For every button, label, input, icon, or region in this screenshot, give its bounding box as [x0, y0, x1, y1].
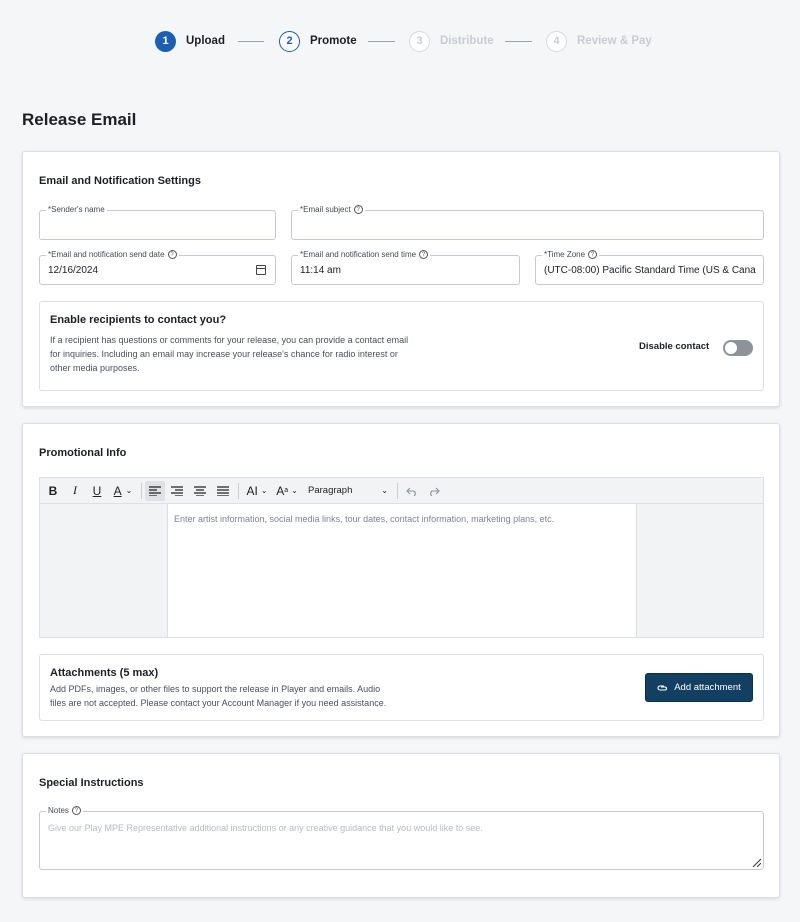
- send-date-field[interactable]: *Email and notification send date? 12/16…: [39, 250, 276, 285]
- italic-button[interactable]: I: [64, 481, 86, 501]
- attachments-description: Add PDFs, images, or other files to supp…: [50, 684, 387, 708]
- field-value: (UTC-08:00) Pacific Standard Time (US & …: [544, 265, 756, 276]
- step-connector: [368, 41, 395, 42]
- paragraph-label: Paragraph: [308, 485, 353, 496]
- step-review-pay[interactable]: 4 Review & Pay: [546, 30, 652, 52]
- notes-textarea[interactable]: Notes? Give our Play MPE Representative …: [39, 806, 764, 870]
- special-instructions-card: Special Instructions Notes? Give our Pla…: [22, 753, 780, 898]
- superscript-icon: a: [284, 487, 289, 494]
- font-style-label: A: [276, 483, 285, 498]
- toolbar-divider: [141, 482, 142, 499]
- calendar-icon[interactable]: [256, 265, 266, 275]
- contact-description: If a recipient has questions or comments…: [50, 335, 409, 373]
- align-right-icon: [171, 485, 183, 496]
- card-title: Special Instructions: [39, 777, 144, 789]
- step-number: 2: [279, 30, 300, 52]
- progress-stepper: 1 Upload 2 Promote 3 Distribute 4 Review…: [0, 30, 800, 54]
- bold-button[interactable]: B: [42, 481, 64, 501]
- toggle-label: Disable contact: [639, 341, 710, 352]
- step-connector: [238, 41, 264, 42]
- align-center-button[interactable]: [189, 481, 211, 501]
- disable-contact-toggle[interactable]: [723, 340, 753, 356]
- align-justify-button[interactable]: [211, 481, 235, 501]
- step-upload[interactable]: 1 Upload: [155, 30, 225, 52]
- underline-button[interactable]: U: [86, 481, 108, 501]
- field-label: *Email subject?: [298, 205, 365, 214]
- toggle-knob: [725, 342, 737, 354]
- chevron-down-icon: ⌄: [381, 486, 388, 495]
- step-label: Upload: [186, 35, 225, 47]
- card-title: Email and Notification Settings: [39, 175, 201, 187]
- resize-handle-icon[interactable]: [752, 858, 761, 867]
- font-color-label: A: [113, 483, 122, 498]
- step-label: Review & Pay: [577, 35, 652, 47]
- editor-left-margin: [40, 504, 167, 637]
- editor-toolbar: B I U A ⌄ AI ⌄ Aa ⌄ Paragraph ⌄: [40, 478, 763, 504]
- field-label: *Email and notification send time?: [298, 250, 431, 259]
- step-distribute[interactable]: 3 Distribute: [409, 30, 494, 52]
- field-label: *Time Zone?: [542, 250, 600, 259]
- contact-title: Enable recipients to contact you?: [50, 314, 227, 326]
- send-time-field[interactable]: *Email and notification send time? 11:14…: [291, 250, 520, 285]
- card-title: Promotional Info: [39, 447, 127, 459]
- question-circle-icon[interactable]: ?: [419, 250, 429, 259]
- email-subject-field[interactable]: *Email subject?: [291, 205, 764, 240]
- paragraph-select[interactable]: Paragraph ⌄: [302, 481, 394, 501]
- undo-icon: [406, 487, 416, 496]
- editor-placeholder: Enter artist information, social media l…: [174, 514, 555, 524]
- undo-button[interactable]: [401, 481, 423, 501]
- step-label: Distribute: [440, 35, 494, 47]
- attachments-title: Attachments (5 max): [50, 667, 159, 679]
- question-circle-icon[interactable]: ?: [167, 250, 177, 259]
- redo-button[interactable]: [423, 481, 445, 501]
- step-number: 3: [409, 30, 430, 52]
- field-value: 12/16/2024: [48, 265, 99, 276]
- field-label: *Sender's name: [46, 205, 107, 214]
- toolbar-divider: [397, 482, 398, 499]
- align-right-button[interactable]: [165, 481, 189, 501]
- align-center-icon: [194, 485, 206, 496]
- promotional-info-card: Promotional Info B I U A ⌄ AI ⌄ Aa ⌄ Paragr…: [22, 423, 780, 737]
- align-left-button[interactable]: [145, 480, 165, 501]
- attachments-box: Attachments (5 max) Add PDFs, images, or…: [39, 654, 764, 721]
- redo-icon: [430, 487, 440, 496]
- question-circle-icon[interactable]: ?: [71, 806, 81, 815]
- field-label: Notes?: [46, 806, 83, 815]
- font-color-button[interactable]: A ⌄: [108, 481, 138, 501]
- contact-settings-box: Enable recipients to contact you? If a r…: [39, 301, 764, 391]
- rich-text-editor: B I U A ⌄ AI ⌄ Aa ⌄ Paragraph ⌄ Enter ar…: [39, 477, 764, 638]
- field-value: 11:14 am: [300, 265, 341, 276]
- page-title: Release Email: [22, 110, 137, 129]
- font-style-button[interactable]: Aa ⌄: [272, 481, 302, 501]
- align-left-icon: [149, 485, 161, 496]
- field-label: *Email and notification send date?: [46, 250, 179, 259]
- step-promote[interactable]: 2 Promote: [279, 30, 357, 52]
- align-justify-icon: [217, 485, 229, 496]
- font-size-button[interactable]: AI ⌄: [242, 481, 272, 501]
- notes-placeholder: Give our Play MPE Representative additio…: [48, 823, 483, 833]
- font-size-label: AI: [246, 483, 258, 498]
- button-label: Add attachment: [674, 682, 741, 693]
- chevron-down-icon: ⌄: [291, 486, 298, 495]
- email-settings-card: Email and Notification Settings *Sender'…: [22, 151, 780, 407]
- sender-name-field[interactable]: *Sender's name: [39, 205, 276, 240]
- editor-right-margin: [637, 504, 763, 637]
- chevron-down-icon: ⌄: [260, 486, 268, 495]
- step-number: 4: [546, 30, 567, 52]
- chevron-down-icon: ⌄: [125, 486, 133, 495]
- editor-body[interactable]: Enter artist information, social media l…: [167, 504, 637, 637]
- question-circle-icon[interactable]: ?: [588, 250, 598, 259]
- step-number: 1: [155, 30, 176, 52]
- question-circle-icon[interactable]: ?: [353, 205, 363, 214]
- add-attachment-button[interactable]: Add attachment: [645, 673, 753, 702]
- step-label: Promote: [310, 35, 357, 47]
- paperclip-icon: [657, 684, 668, 691]
- time-zone-select[interactable]: *Time Zone? (UTC-08:00) Pacific Standard…: [535, 250, 764, 285]
- toolbar-divider: [238, 482, 239, 499]
- step-connector: [505, 41, 532, 42]
